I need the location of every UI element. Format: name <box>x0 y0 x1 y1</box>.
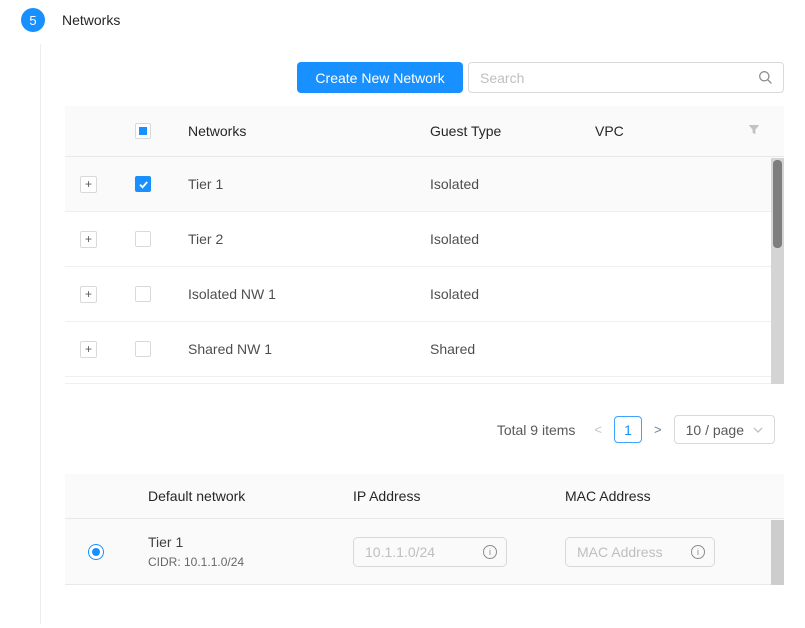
expand-row-button[interactable]: + <box>80 341 97 358</box>
network-name: Isolated NW 1 <box>188 286 430 302</box>
pagination-prev-button[interactable]: < <box>589 422 607 437</box>
networks-table: Networks Guest Type VPC + Tier 1 Isolate… <box>65 106 784 384</box>
row-checkbox[interactable] <box>135 341 151 357</box>
row-checkbox[interactable] <box>135 286 151 302</box>
step-number-badge: 5 <box>21 8 45 32</box>
row-checkbox[interactable] <box>135 231 151 247</box>
guest-type: Isolated <box>430 176 595 192</box>
search-icon[interactable] <box>758 70 783 85</box>
networks-table-header: Networks Guest Type VPC <box>65 106 784 157</box>
guest-type: Isolated <box>430 231 595 247</box>
default-network-cidr: CIDR: 10.1.1.0/24 <box>148 555 353 569</box>
info-icon: i <box>691 545 705 559</box>
column-header-vpc: VPC <box>595 123 748 139</box>
column-header-default-network: Default network <box>148 488 353 504</box>
table-row[interactable]: + Shared NW 1 Shared <box>65 322 784 377</box>
page-size-label: 10 / page <box>686 422 744 438</box>
ip-address-input[interactable] <box>354 544 483 560</box>
info-icon: i <box>483 545 497 559</box>
pagination: Total 9 items < 1 > 10 / page <box>497 415 775 444</box>
select-all-checkbox[interactable] <box>135 123 151 139</box>
step-title: Networks <box>62 12 120 28</box>
search-input[interactable] <box>469 70 758 86</box>
filter-icon[interactable] <box>748 123 760 139</box>
page-size-select[interactable]: 10 / page <box>674 415 775 444</box>
default-network-row[interactable]: Tier 1 CIDR: 10.1.1.0/24 i i <box>65 519 784 585</box>
column-header-guest-type: Guest Type <box>430 123 595 139</box>
expand-row-button[interactable]: + <box>80 231 97 248</box>
default-network-table-header: Default network IP Address MAC Address <box>65 474 784 519</box>
network-name: Tier 2 <box>188 231 430 247</box>
step-header: 5 Networks <box>21 8 120 32</box>
create-new-network-button[interactable]: Create New Network <box>297 62 463 93</box>
default-table-scrollbar[interactable] <box>771 520 784 585</box>
column-header-mac-address: MAC Address <box>565 488 784 504</box>
table-row[interactable]: + Tier 2 Isolated <box>65 212 784 267</box>
table-bottom-strip <box>65 377 784 384</box>
table-row[interactable]: + Isolated NW 1 Isolated <box>65 267 784 322</box>
step-connector-line <box>40 44 41 624</box>
chevron-down-icon <box>753 427 763 433</box>
table-row[interactable]: + Tier 1 Isolated <box>65 157 784 212</box>
default-network-radio[interactable] <box>88 544 104 560</box>
guest-type: Shared <box>430 341 595 357</box>
search-box[interactable] <box>468 62 784 93</box>
default-network-name: Tier 1 <box>148 534 353 550</box>
column-header-networks: Networks <box>188 123 430 139</box>
pagination-next-button[interactable]: > <box>649 422 667 437</box>
scrollbar-thumb[interactable] <box>773 160 782 248</box>
expand-row-button[interactable]: + <box>80 176 97 193</box>
network-name: Shared NW 1 <box>188 341 430 357</box>
pagination-page-1[interactable]: 1 <box>614 416 642 443</box>
expand-row-button[interactable]: + <box>80 286 97 303</box>
mac-address-input[interactable] <box>566 544 691 560</box>
network-name: Tier 1 <box>188 176 430 192</box>
row-checkbox[interactable] <box>135 176 151 192</box>
networks-table-scrollbar[interactable] <box>771 158 784 384</box>
column-header-ip-address: IP Address <box>353 488 565 504</box>
pagination-total: Total 9 items <box>497 422 576 438</box>
default-network-table: Default network IP Address MAC Address T… <box>65 474 784 585</box>
guest-type: Isolated <box>430 286 595 302</box>
